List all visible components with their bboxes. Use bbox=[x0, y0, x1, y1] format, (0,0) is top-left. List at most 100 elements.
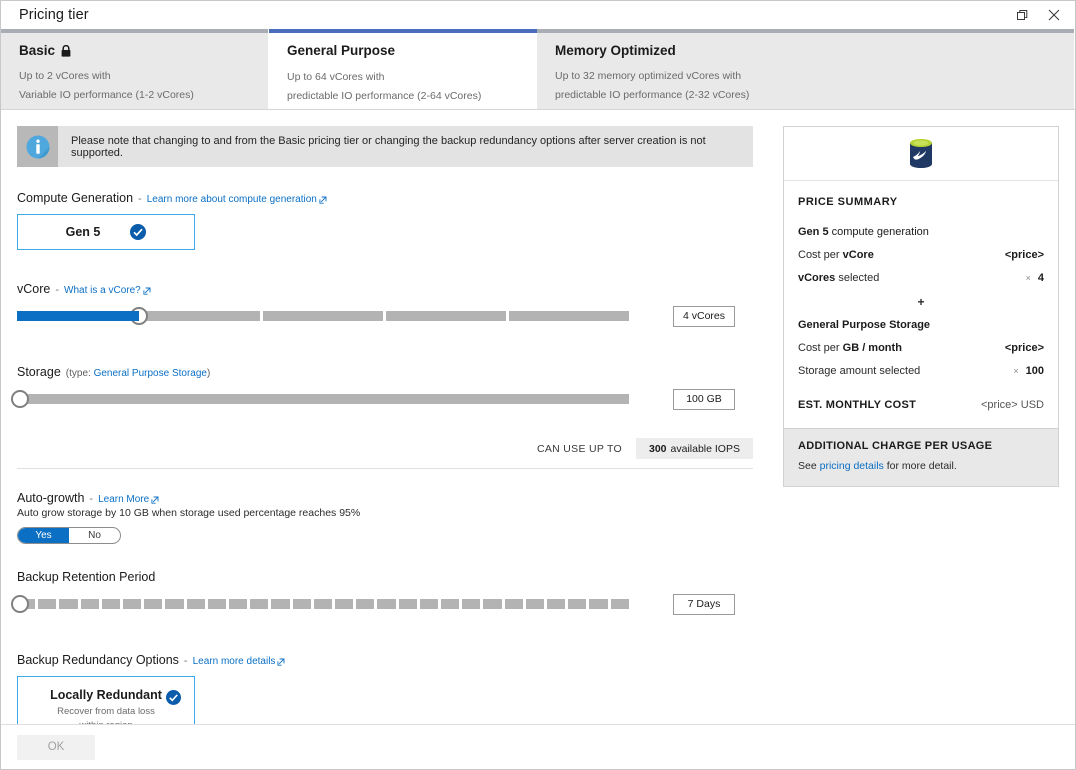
slider-segment bbox=[81, 599, 99, 609]
additional-charge-heading: ADDITIONAL CHARGE PER USAGE bbox=[798, 440, 1044, 452]
compute-generation-card-gen5[interactable]: Gen 5 bbox=[17, 214, 195, 250]
price-summary-heading: PRICE SUMMARY bbox=[798, 196, 1044, 208]
price-row-value: 4 bbox=[1038, 272, 1044, 284]
slider-fill bbox=[17, 311, 139, 321]
pricing-tier-blade: Pricing tier Basic bbox=[0, 0, 1076, 770]
external-link-icon bbox=[151, 496, 159, 504]
multiply-symbol: × bbox=[1026, 273, 1038, 283]
tab-basic[interactable]: Basic Up to 2 vCores with Variable IO pe… bbox=[1, 29, 269, 109]
vcore-value-box[interactable]: 4 vCores bbox=[673, 306, 735, 327]
slider-segment bbox=[140, 311, 260, 321]
storage-slider-track bbox=[17, 394, 629, 404]
auto-growth-toggle-yes[interactable]: Yes bbox=[18, 528, 69, 543]
storage-label-row: Storage (type: General Purpose Storage) bbox=[17, 365, 753, 379]
settings-column: Please note that changing to and from th… bbox=[17, 126, 753, 724]
backup-redundancy-card-line2: within region bbox=[79, 719, 132, 724]
estimated-monthly-cost-currency: USD bbox=[1021, 399, 1044, 411]
storage-value-box[interactable]: 100 GB bbox=[673, 389, 735, 410]
iops-row: CAN USE UP TO 300 available IOPS bbox=[17, 438, 753, 469]
backup-redundancy-card-line1: Recover from data loss bbox=[57, 705, 155, 719]
tab-basic-title: Basic bbox=[19, 43, 250, 58]
compute-generation-label: Compute Generation bbox=[17, 191, 133, 205]
auto-growth-label-row: Auto-growth - Learn More bbox=[17, 491, 753, 505]
vcore-label: vCore bbox=[17, 282, 50, 296]
slider-segment bbox=[568, 599, 586, 609]
footer-rest-text: for more detail. bbox=[887, 460, 957, 472]
storage-type-prefix: (type: bbox=[66, 368, 91, 379]
slider-segment bbox=[293, 599, 311, 609]
iops-suffix: available IOPS bbox=[671, 443, 740, 455]
slider-segment bbox=[441, 599, 459, 609]
iops-amount: 300 bbox=[649, 443, 667, 455]
backup-retention-slider[interactable] bbox=[17, 593, 629, 615]
pricing-details-link[interactable]: pricing details bbox=[820, 460, 884, 472]
storage-slider-thumb[interactable] bbox=[11, 390, 29, 408]
tab-basic-line2: Variable IO performance (1-2 vCores) bbox=[19, 86, 250, 105]
slider-segment bbox=[547, 599, 565, 609]
storage-slider[interactable] bbox=[17, 388, 629, 410]
price-row-label: Storage amount selected bbox=[798, 365, 920, 377]
slider-segment bbox=[462, 599, 480, 609]
multiply-symbol: × bbox=[1013, 366, 1025, 376]
price-row-value: <price> bbox=[1005, 249, 1044, 261]
iops-value-box: 300 available IOPS bbox=[636, 438, 753, 459]
backup-retention-value-box[interactable]: 7 Days bbox=[673, 594, 735, 615]
slider-segment bbox=[483, 599, 501, 609]
slider-segment bbox=[356, 599, 374, 609]
backup-retention-slider-thumb[interactable] bbox=[11, 595, 29, 613]
compute-generation-card-title: Gen 5 bbox=[66, 225, 101, 239]
backup-redundancy-card-locally-redundant[interactable]: Locally Redundant Recover from data loss… bbox=[17, 676, 195, 724]
storage-slider-segment bbox=[17, 394, 629, 404]
storage-type-link[interactable]: General Purpose Storage bbox=[94, 368, 207, 379]
price-row-value: <price> bbox=[1005, 342, 1044, 354]
lock-icon bbox=[61, 45, 71, 57]
price-row-cost-per-gb: Cost per GB / month <price> bbox=[798, 342, 1044, 354]
compute-generation-label-row: Compute Generation - Learn more about co… bbox=[17, 191, 753, 205]
slider-segment bbox=[271, 599, 289, 609]
external-link-icon bbox=[143, 287, 151, 295]
price-row-value: 100 bbox=[1026, 365, 1044, 377]
backup-redundancy-dash: - bbox=[184, 655, 188, 667]
vcore-slider-row: 4 vCores bbox=[17, 305, 753, 327]
tab-memory-optimized-label: Memory Optimized bbox=[555, 43, 676, 58]
auto-growth-toggle[interactable]: Yes No bbox=[17, 527, 121, 544]
pricing-tier-tabs: Basic Up to 2 vCores with Variable IO pe… bbox=[1, 29, 1075, 110]
slider-segment bbox=[250, 599, 268, 609]
slider-segment bbox=[229, 599, 247, 609]
price-row-label: Cost per vCore bbox=[798, 249, 874, 261]
auto-growth-description: Auto grow storage by 10 GB when storage … bbox=[17, 507, 753, 519]
slider-segment bbox=[165, 599, 183, 609]
additional-charge-subtext: See pricing details for more detail. bbox=[798, 460, 1044, 472]
tab-general-purpose-line1: Up to 64 vCores with bbox=[287, 68, 519, 87]
info-banner: Please note that changing to and from th… bbox=[17, 126, 753, 167]
additional-charge-footer: ADDITIONAL CHARGE PER USAGE See pricing … bbox=[784, 428, 1058, 486]
tab-general-purpose-title: General Purpose bbox=[287, 43, 519, 58]
compute-generation-learn-link[interactable]: Learn more about compute generation bbox=[147, 194, 327, 205]
close-button[interactable] bbox=[1039, 2, 1069, 28]
auto-growth-toggle-no[interactable]: No bbox=[69, 528, 120, 543]
storage-label: Storage bbox=[17, 365, 61, 379]
vcore-learn-link[interactable]: What is a vCore? bbox=[64, 285, 151, 296]
estimated-monthly-cost-label: EST. MONTHLY COST bbox=[798, 399, 916, 411]
vcore-link-text: What is a vCore? bbox=[64, 285, 141, 296]
backup-retention-slider-row: 7 Days bbox=[17, 593, 753, 615]
info-icon-wrapper bbox=[17, 126, 58, 167]
tab-general-purpose[interactable]: General Purpose Up to 64 vCores with pre… bbox=[269, 29, 537, 109]
ok-button[interactable]: OK bbox=[17, 735, 95, 760]
price-summary-main: PRICE SUMMARY Gen 5 compute generation C… bbox=[784, 181, 1058, 428]
slider-segment bbox=[314, 599, 332, 609]
tab-memory-optimized-line1: Up to 32 memory optimized vCores with bbox=[555, 67, 1056, 86]
vcore-label-row: vCore - What is a vCore? bbox=[17, 282, 753, 296]
backup-redundancy-learn-link[interactable]: Learn more details bbox=[193, 656, 286, 667]
slider-segment bbox=[505, 599, 523, 609]
info-banner-text: Please note that changing to and from th… bbox=[58, 126, 753, 167]
restore-button[interactable] bbox=[1007, 2, 1037, 28]
backup-redundancy-link-text: Learn more details bbox=[193, 656, 276, 667]
storage-type-suffix: ) bbox=[207, 368, 210, 379]
compute-generation-link-text: Learn more about compute generation bbox=[147, 194, 317, 205]
storage-type-note: (type: General Purpose Storage) bbox=[66, 368, 211, 379]
auto-growth-learn-link[interactable]: Learn More bbox=[98, 494, 159, 505]
auto-growth-link-text: Learn More bbox=[98, 494, 149, 505]
vcore-slider[interactable] bbox=[17, 305, 629, 327]
tab-memory-optimized[interactable]: Memory Optimized Up to 32 memory optimiz… bbox=[537, 29, 1075, 109]
